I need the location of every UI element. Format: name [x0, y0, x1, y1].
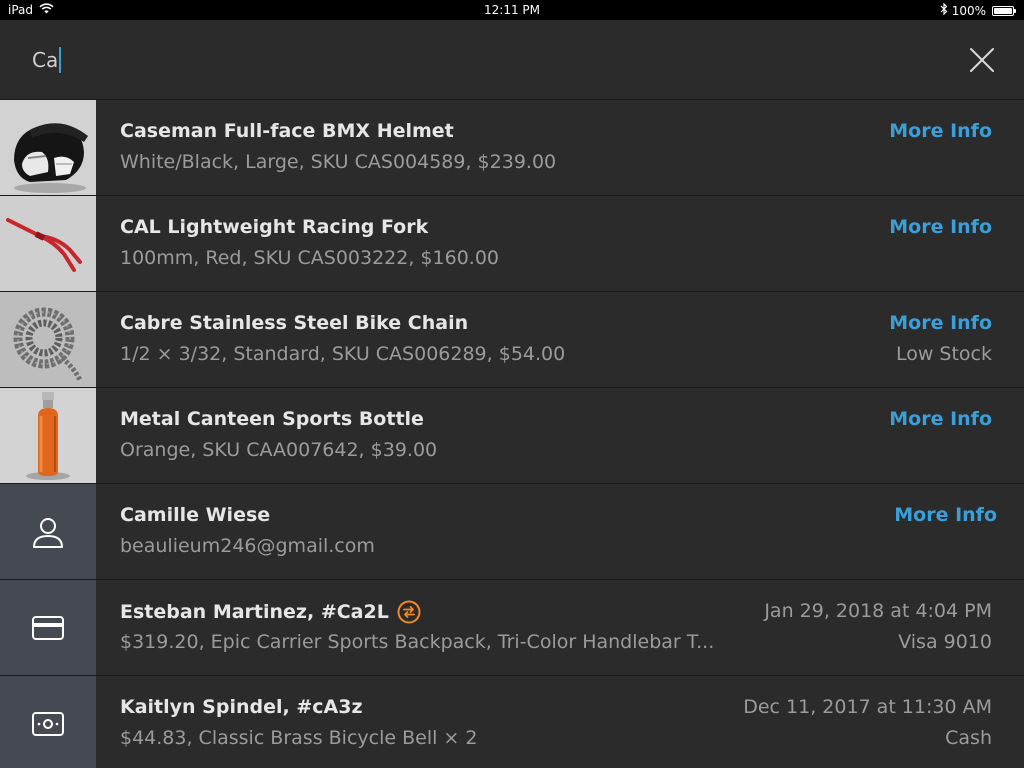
transaction-details: $319.20, Epic Carrier Sports Backpack, T… [120, 631, 715, 653]
fork-thumbnail [0, 196, 96, 291]
battery-icon [992, 5, 1016, 16]
text-caret [59, 47, 62, 73]
customer-email: beaulieum246@gmail.com [120, 535, 375, 557]
transaction-date: Dec 11, 2017 at 11:30 AM [743, 696, 992, 718]
list-item[interactable]: Cabre Stainless Steel Bike Chain 1/2 × 3… [0, 292, 1024, 388]
item-title: Metal Canteen Sports Bottle [120, 408, 424, 430]
credit-card-icon [32, 615, 64, 640]
helmet-photo [0, 100, 96, 195]
item-title: CAL Lightweight Racing Fork [120, 216, 429, 238]
transaction-date: Jan 29, 2018 at 4:04 PM [764, 600, 992, 622]
transaction-details: $44.83, Classic Brass Bicycle Bell × 2 [120, 727, 478, 749]
status-right: 100% [940, 2, 1016, 18]
status-bar: iPad 12:11 PM 100% [0, 0, 1024, 20]
chain-photo [0, 292, 96, 387]
bottle-thumbnail [0, 388, 96, 483]
list-item[interactable]: Metal Canteen Sports Bottle Orange, SKU … [0, 388, 1024, 484]
list-item[interactable]: Esteban Martinez, #Ca2L $319.20, Epic Ca… [0, 580, 1024, 676]
list-item[interactable]: CAL Lightweight Racing Fork 100mm, Red, … [0, 196, 1024, 292]
bottle-photo [0, 388, 96, 483]
search-bar: Ca [0, 20, 1024, 100]
person-icon [33, 517, 63, 548]
more-info-link[interactable]: More Info [889, 408, 992, 430]
battery-percent: 100% [951, 3, 986, 18]
search-results-list: Caseman Full-face BMX Helmet White/Black… [0, 100, 1024, 768]
more-info-link[interactable]: More Info [889, 216, 992, 238]
item-title: Cabre Stainless Steel Bike Chain [120, 312, 469, 334]
item-title: Caseman Full-face BMX Helmet [120, 120, 454, 142]
transaction-title: Esteban Martinez, #Ca2L [120, 600, 421, 624]
transaction-tile [0, 580, 96, 675]
chain-thumbnail [0, 292, 96, 387]
list-item[interactable]: Caseman Full-face BMX Helmet White/Black… [0, 100, 1024, 196]
transaction-tile [0, 676, 96, 768]
more-info-link[interactable]: More Info [889, 312, 992, 334]
cash-icon [32, 711, 64, 736]
payment-method: Cash [945, 727, 992, 749]
list-item[interactable]: Kaitlyn Spindel, #cA3z $44.83, Classic B… [0, 676, 1024, 768]
customer-name: Camille Wiese [120, 504, 271, 526]
transaction-title: Kaitlyn Spindel, #cA3z [120, 696, 363, 718]
close-icon [970, 48, 994, 72]
transaction-customer: Esteban Martinez, #Ca2L [120, 601, 389, 623]
item-details: White/Black, Large, SKU CAS004589, $239.… [120, 151, 557, 173]
customer-tile [0, 484, 96, 579]
transaction-customer: Kaitlyn Spindel, #cA3z [120, 696, 363, 718]
helmet-thumbnail [0, 100, 96, 195]
battery-level [994, 7, 1012, 14]
item-details: 1/2 × 3/32, Standard, SKU CAS006289, $54… [120, 343, 566, 365]
search-input[interactable]: Ca [32, 46, 62, 74]
bluetooth-icon [940, 2, 948, 18]
item-details: Orange, SKU CAA007642, $39.00 [120, 439, 438, 461]
exchange-icon [397, 600, 421, 624]
payment-method: Visa 9010 [898, 631, 992, 653]
more-info-link[interactable]: More Info [894, 504, 997, 526]
search-screen: iPad 12:11 PM 100% Ca Caseman Full-face … [0, 0, 1024, 768]
more-info-link[interactable]: More Info [889, 120, 992, 142]
fork-photo [0, 196, 96, 291]
close-button[interactable] [968, 46, 996, 74]
list-item[interactable]: Camille Wiese beaulieum246@gmail.com Mor… [0, 484, 1024, 580]
item-details: 100mm, Red, SKU CAS003222, $160.00 [120, 247, 499, 269]
search-query: Ca [32, 48, 59, 72]
stock-status: Low Stock [895, 343, 992, 365]
status-time: 12:11 PM [484, 3, 540, 17]
